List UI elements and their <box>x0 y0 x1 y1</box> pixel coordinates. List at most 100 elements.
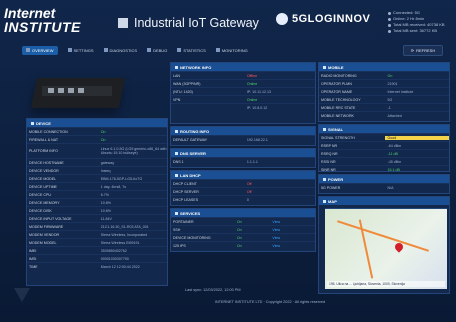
panel-title: POWER <box>328 176 344 182</box>
row-key: RSRQ NR <box>321 151 338 156</box>
row-value: 21901 <box>387 81 398 86</box>
panel-header: LAN DHCP <box>171 171 315 179</box>
home-icon <box>26 48 30 52</box>
top-bar: Internet INSTITUTE Industrial IoT Gatewa… <box>0 0 456 44</box>
table-row: IMEI 3539850402762 <box>27 246 167 254</box>
tab-label: STATISTICS <box>183 47 206 53</box>
row-key: SINR NR <box>321 167 336 172</box>
table-row: FIREWALL & NAT On <box>27 135 167 143</box>
row-key: MOBILE RRC STATE <box>321 105 356 110</box>
dns-icon <box>175 151 178 155</box>
map-road <box>337 220 429 252</box>
service-view-link[interactable]: View <box>272 236 315 240</box>
row-key: PORTAINER <box>173 219 194 224</box>
row-key: DNS 1 <box>173 159 184 164</box>
tab-monitoring[interactable]: MONITORING <box>215 47 248 53</box>
table-row: DHCP SERVER Off <box>171 187 315 195</box>
last-sync: Last sync: 12/03/2022, 12:00 PM <box>185 288 241 292</box>
services-icon <box>175 211 178 215</box>
panel-title: SERVICES <box>180 210 201 216</box>
signal-strength-badge: Good <box>385 135 449 140</box>
panel-title: NETWORK INFO <box>180 64 212 70</box>
row-key: IMSI <box>29 256 37 261</box>
row-value: 10.6% <box>100 208 111 213</box>
row-value: 10.8% <box>100 200 111 205</box>
table-row: DHCP LEASES 0 <box>171 195 315 203</box>
service-view-link[interactable]: View <box>272 220 315 224</box>
power-icon <box>323 177 326 181</box>
row-value: IP: 10.11.12.13 <box>246 89 271 94</box>
tab-statistics[interactable]: STATISTICS <box>177 48 206 53</box>
network-panel: NETWORK INFO LAN Offline WAN (3GPP/NR) Onl… <box>170 62 316 124</box>
row-key: OPERATOR PLMN <box>321 81 352 86</box>
footer-copyright: INTERNET INSTITUTE LTD · Copyright 2022 … <box>214 300 326 304</box>
table-row: MOBILE NETWORK Attached <box>319 111 449 119</box>
table-row: DEVICE CPU 6.7% <box>27 190 167 198</box>
panel-header: MOBILE <box>319 63 449 71</box>
map-road <box>358 219 374 279</box>
row-key: SIGNAL STRENGTH <box>321 135 355 140</box>
tab-label: OVERVIEW <box>32 47 54 53</box>
table-row: PLATFORM INFO Linux 6.1.0-5G (LG5 generic… <box>27 143 167 158</box>
dns-panel: DNS SERVER DNS 1 1.1.1.1 <box>170 148 316 168</box>
row-key: OPERATOR NAME <box>321 89 353 94</box>
panel-title: LAN DHCP <box>180 172 201 178</box>
row-value: Offline <box>246 73 258 78</box>
service-view-link[interactable]: View <box>272 244 315 248</box>
status-bullet-icon <box>388 23 391 27</box>
row-value: Off <box>246 181 252 186</box>
table-row: RSSI NR -45 dBm <box>319 157 449 165</box>
row-key: DEVICE CPU <box>29 192 51 197</box>
row-value: 1.1.1.1 <box>246 159 258 164</box>
row-value: 21C1.16.30_S1-R03 ATA_001 <box>100 224 149 229</box>
tab-label: MONITORING <box>221 47 248 53</box>
refresh-label: REFRESH <box>416 48 436 53</box>
table-row: DEVICE HOSTNAME gateway <box>27 158 167 166</box>
row-value: 11.84V <box>100 216 112 221</box>
table-row: DEVICE MODEL EBM-176-5GP-LG5-IIoTG <box>27 174 167 182</box>
map-icon <box>323 199 326 203</box>
row-key: TIME <box>29 264 38 269</box>
row-value: -64 dBm <box>387 143 402 148</box>
logo-line-2: INSTITUTE <box>4 19 81 35</box>
row-value: On <box>387 73 393 78</box>
row-key: 5G POWER <box>321 185 341 190</box>
row-key: MODEM MODEL <box>29 240 57 245</box>
refresh-button[interactable]: ⟳ REFRESH <box>403 45 443 56</box>
table-row: DHCP CLIENT Off <box>171 179 315 187</box>
monitor-icon <box>215 48 220 52</box>
mobile-panel: MOBILE RADIO MONITORING On OPERATOR PLMN 2… <box>318 62 450 122</box>
row-key: RADIO MONITORING <box>321 73 357 78</box>
decorative-arrow-icon <box>14 288 30 302</box>
tab-label: DEBUG <box>153 47 168 53</box>
device-port <box>58 88 64 93</box>
row-key: MOBILE CONNECTION <box>29 129 68 134</box>
table-row: MODEM MODEL Sierra Wireless EM9191 <box>27 238 167 246</box>
row-value: On <box>236 235 242 240</box>
tab-overview[interactable]: OVERVIEW <box>22 45 58 55</box>
bug-icon <box>147 48 152 52</box>
service-view-link[interactable]: View <box>272 228 315 232</box>
row-key: DHCP LEASES <box>173 197 199 202</box>
location-map[interactable]: 195, Ulica na ... Ljubljana, Slovenia, 1… <box>325 208 447 289</box>
brand-name: 5GLOGINNOV <box>292 13 371 25</box>
tab-label: DIAGNOSTICS <box>109 47 138 53</box>
routing-panel: ROUTING INFO DEFAULT GATEWAY 192.168.22.1 <box>170 126 316 146</box>
row-value: 15.1 dB <box>387 167 400 172</box>
row-key: WAN (3GPP/NR) <box>173 81 201 86</box>
row-value: 192.168.22.1 <box>246 137 268 142</box>
tab-diagnostics[interactable]: DIAGNOSTICS <box>103 47 138 53</box>
table-row: OPERATOR PLMN 21901 <box>319 79 449 87</box>
service-row: 125 IPS On View <box>171 241 315 249</box>
network-icon <box>175 65 178 69</box>
device-port <box>68 88 74 93</box>
device-image <box>30 66 126 114</box>
row-value: On <box>100 129 106 134</box>
row-key: DEFAULT GATEWAY <box>173 137 208 142</box>
table-row: DEVICE DISK 10.6% <box>27 206 167 214</box>
row-value: Sierra Wireless EM9191 <box>100 240 140 245</box>
tab-debug[interactable]: DEBUG <box>147 48 167 53</box>
tab-settings[interactable]: SETTINGS <box>67 48 94 53</box>
table-row: DEVICE UPTIME 1 day, 4hrs8, 7s <box>27 182 167 190</box>
table-row: SIGNAL STRENGTH Good <box>319 133 449 141</box>
